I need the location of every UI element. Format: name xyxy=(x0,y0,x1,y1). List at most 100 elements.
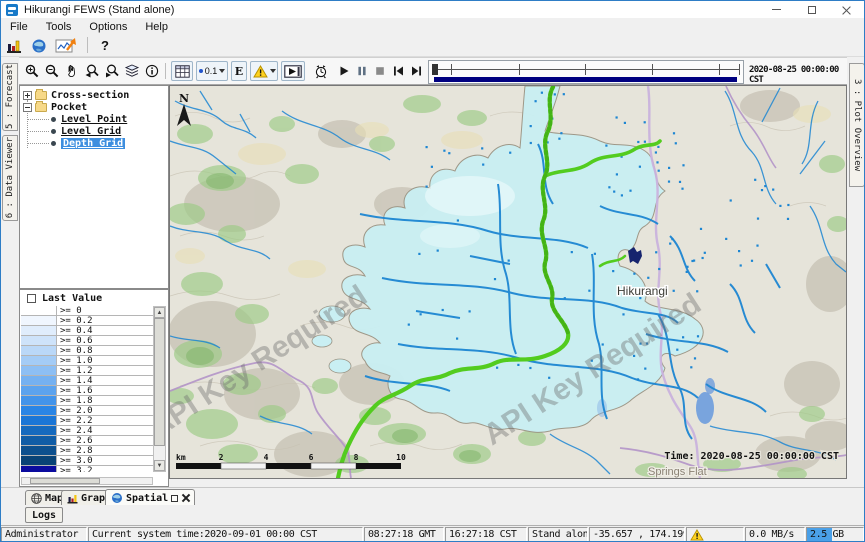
first-frame-button[interactable] xyxy=(389,61,407,81)
last-value-checkbox[interactable] xyxy=(27,294,36,303)
zoom-previous-button[interactable] xyxy=(83,61,101,81)
tab-plot-overview[interactable]: 3 : Plot Overview xyxy=(849,63,865,187)
logs-button[interactable]: Logs xyxy=(25,507,63,523)
zoom-next-icon xyxy=(105,64,120,78)
legend-row: >= 0 xyxy=(21,306,153,316)
minimize-button[interactable] xyxy=(759,1,794,18)
legend-horizontal-scrollbar[interactable] xyxy=(21,477,153,485)
menu-file[interactable]: File xyxy=(1,20,37,34)
grid-display-button[interactable] xyxy=(171,61,193,81)
map-display-button[interactable] xyxy=(28,36,50,55)
tab-forecast-label: 5 : Forecast xyxy=(5,64,15,129)
zoom-out-button[interactable] xyxy=(43,61,61,81)
help-icon: ? xyxy=(101,38,109,53)
legend-threshold-label: >= 0.8 xyxy=(57,346,153,355)
maximize-panel-icon[interactable] xyxy=(171,495,178,502)
maximize-button[interactable] xyxy=(794,1,829,18)
legend-swatch xyxy=(21,386,57,395)
layers-button[interactable] xyxy=(123,61,141,81)
map-toolbar: 0.1 E xyxy=(19,57,847,85)
status-bar: Administrator Current system time:2020-0… xyxy=(1,525,864,542)
map-view[interactable]: API Key Required API Key Required N km 2… xyxy=(169,85,847,479)
animation-timer-button[interactable] xyxy=(311,61,331,81)
fews-logo-icon xyxy=(6,4,18,16)
info-icon xyxy=(145,64,159,78)
close-icon xyxy=(842,5,851,14)
scrollbar-thumb[interactable] xyxy=(154,318,165,446)
tab-spatial-label: Spatial xyxy=(126,493,168,504)
explorer-button[interactable] xyxy=(3,36,25,55)
close-panel-icon[interactable] xyxy=(181,494,189,502)
legend-row: >= 3.2 xyxy=(21,466,153,472)
help-button[interactable]: ? xyxy=(94,36,116,55)
svg-text:2: 2 xyxy=(219,453,224,462)
tree-item-pocket[interactable]: Pocket xyxy=(23,101,87,113)
tree-item-label: Pocket xyxy=(51,102,87,113)
timer-icon xyxy=(313,64,329,79)
time-slider[interactable] xyxy=(428,60,744,84)
interval-dropdown[interactable]: 0.1 xyxy=(196,61,228,81)
stop-icon xyxy=(374,65,386,77)
left-tab-strip: 5 : Forecast 6 : Data Viewer xyxy=(1,57,19,487)
legend-swatch xyxy=(21,426,57,435)
collapse-icon[interactable] xyxy=(23,103,32,112)
legend-row: >= 0.2 xyxy=(21,316,153,326)
time-span-bar xyxy=(434,77,737,82)
menu-tools[interactable]: Tools xyxy=(37,20,81,34)
pause-button[interactable] xyxy=(353,61,371,81)
time-slider-thumb[interactable] xyxy=(432,64,438,75)
legend-swatch xyxy=(21,316,57,325)
warnings-dropdown[interactable] xyxy=(250,61,278,81)
window-title: Hikurangi FEWS (Stand alone) xyxy=(24,4,174,16)
tab-spatial[interactable]: Spatial xyxy=(105,489,195,506)
menu-help[interactable]: Help xyxy=(136,20,177,34)
zoom-next-button[interactable] xyxy=(103,61,121,81)
timeseries-icon xyxy=(55,37,77,54)
status-warning-cell[interactable] xyxy=(686,527,744,542)
legend-row: >= 1.4 xyxy=(21,376,153,386)
svg-text:km: km xyxy=(176,453,186,462)
pan-button[interactable] xyxy=(63,61,81,81)
legend-edit-button[interactable]: E xyxy=(231,61,247,81)
expand-icon[interactable] xyxy=(23,91,32,100)
pause-icon xyxy=(356,65,368,77)
close-button[interactable] xyxy=(829,1,864,18)
legend-row: >= 0.8 xyxy=(21,346,153,356)
menu-options[interactable]: Options xyxy=(80,20,136,34)
legend-threshold-label: >= 0.4 xyxy=(57,326,153,335)
tab-forecast[interactable]: 5 : Forecast xyxy=(2,63,18,131)
info-button[interactable] xyxy=(143,61,161,81)
last-frame-button[interactable] xyxy=(407,61,425,81)
scroll-down-icon[interactable]: ▼ xyxy=(154,460,165,471)
timeseries-dialog-button[interactable] xyxy=(53,36,79,55)
maximize-icon xyxy=(808,6,816,14)
legend-swatch xyxy=(21,406,57,415)
tab-data-viewer[interactable]: 6 : Data Viewer xyxy=(2,135,18,221)
svg-text:6: 6 xyxy=(309,453,314,462)
town-label: Hikurangi xyxy=(617,284,668,298)
zoom-out-icon xyxy=(45,64,59,78)
globe-icon xyxy=(31,38,47,54)
zoom-in-button[interactable] xyxy=(23,61,41,81)
last-value-label: Last Value xyxy=(42,293,102,304)
tree-item-cross-section[interactable]: Cross-section xyxy=(23,89,129,101)
scrollbar-thumb[interactable] xyxy=(30,478,100,484)
bar-chart-icon xyxy=(67,493,78,504)
tree-item-depth-grid[interactable]: Depth Grid xyxy=(51,137,125,149)
play-button[interactable] xyxy=(335,61,353,81)
legend-swatch xyxy=(21,366,57,375)
tree-item-level-point[interactable]: Level Point xyxy=(51,113,127,125)
movie-export-button[interactable] xyxy=(281,61,305,81)
legend-vertical-scrollbar[interactable]: ▲ ▼ xyxy=(153,306,166,472)
title-bar: Hikurangi FEWS (Stand alone) xyxy=(1,1,864,18)
bottom-tab-bar: Map Graph Spatial xyxy=(1,487,864,505)
legend-swatch xyxy=(21,326,57,335)
status-local-time: 16:27:18 CST xyxy=(445,527,527,542)
chevron-down-icon xyxy=(270,69,276,73)
legend-icon: E xyxy=(235,65,243,78)
tree-item-level-grid[interactable]: Level Grid xyxy=(51,125,121,137)
scroll-up-icon[interactable]: ▲ xyxy=(154,307,165,318)
stop-button[interactable] xyxy=(371,61,389,81)
menu-bar: File Tools Options Help xyxy=(1,18,864,35)
legend-row: >= 2.2 xyxy=(21,416,153,426)
